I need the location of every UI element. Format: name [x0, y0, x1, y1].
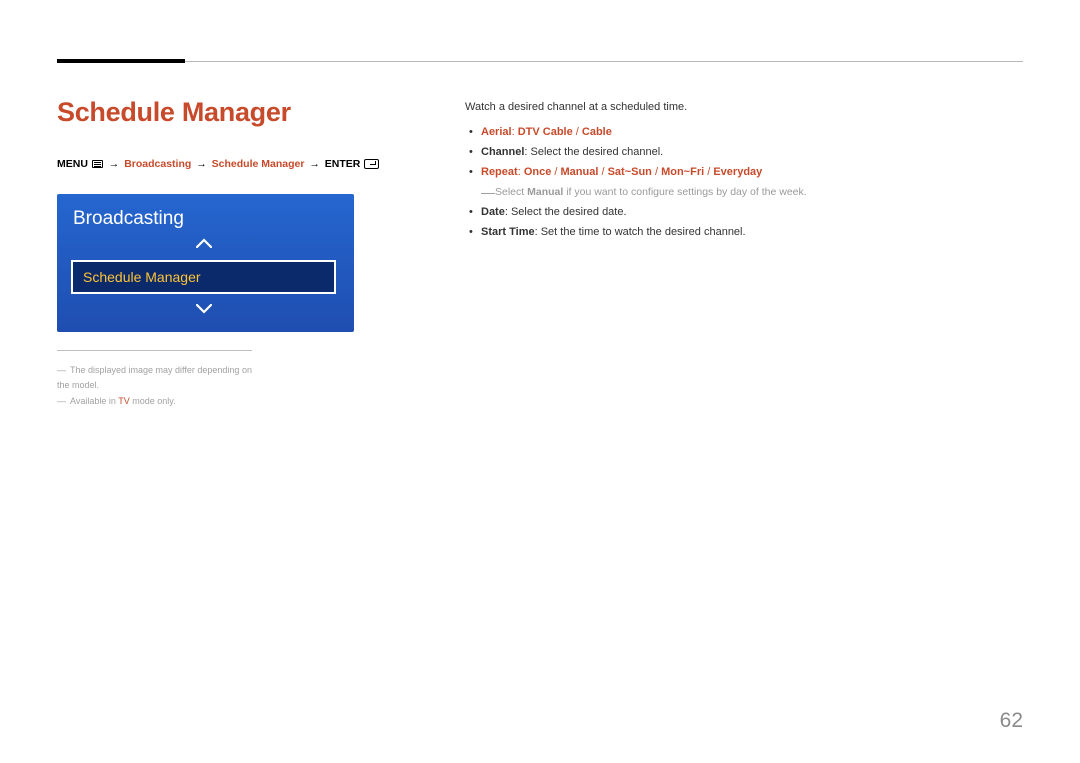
left-column: Schedule Manager MENU → Broadcasting → S…: [57, 97, 465, 409]
page-number: 62: [1000, 709, 1023, 733]
repeat-label: Repeat: [481, 166, 518, 178]
start-text: : Set the time to watch the desired chan…: [535, 226, 746, 238]
repeat-sub-note: ― Select Manual if you want to configure…: [465, 184, 1023, 201]
footnotes: ―The displayed image may differ dependin…: [57, 350, 252, 409]
manual-page: Schedule Manager MENU → Broadcasting → S…: [0, 0, 1080, 763]
repeat-opt3: Sat~Sun: [608, 166, 652, 178]
repeat-opt5: Everyday: [713, 166, 762, 178]
footnote-1: ―The displayed image may differ dependin…: [57, 363, 252, 394]
feature-list-2: Date: Select the desired date. Start Tim…: [465, 203, 1023, 243]
page-title: Schedule Manager: [57, 97, 465, 128]
repeat-sub-pre: Select: [495, 186, 527, 198]
feature-list: Aerial: DTV Cable / Cable Channel: Selec…: [465, 123, 1023, 182]
repeat-opt4: Mon~Fri: [661, 166, 704, 178]
content-row: Schedule Manager MENU → Broadcasting → S…: [57, 61, 1023, 409]
footnote-1-text: The displayed image may differ depending…: [57, 365, 252, 390]
footnote-2: ―Available in TV mode only.: [57, 394, 252, 409]
item-start-time: Start Time: Set the time to watch the de…: [465, 223, 1023, 243]
start-label: Start Time: [481, 226, 535, 238]
breadcrumb-enter: ENTER: [325, 158, 361, 170]
osd-title: Broadcasting: [73, 208, 340, 230]
osd-selected-item: Schedule Manager: [71, 260, 336, 294]
breadcrumb-broadcasting: Broadcasting: [124, 158, 191, 170]
menu-icon: [92, 160, 103, 168]
top-rule: [57, 61, 1023, 62]
breadcrumb-arrow-2: →: [196, 158, 207, 170]
chevron-down-icon: [71, 302, 336, 318]
footnote-2-post: mode only.: [130, 396, 176, 406]
date-label: Date: [481, 206, 505, 218]
item-aerial: Aerial: DTV Cable / Cable: [465, 123, 1023, 143]
footnote-2-pre: Available in: [70, 396, 118, 406]
top-rule-bold: [57, 59, 185, 63]
right-column: Watch a desired channel at a scheduled t…: [465, 97, 1023, 409]
aerial-opt2: Cable: [582, 126, 612, 138]
breadcrumb-schedule-manager: Schedule Manager: [212, 158, 305, 170]
item-repeat: Repeat: Once / Manual / Sat~Sun / Mon~Fr…: [465, 163, 1023, 183]
repeat-opt1: Once: [524, 166, 552, 178]
item-channel: Channel: Select the desired channel.: [465, 143, 1023, 163]
repeat-opt2: Manual: [561, 166, 599, 178]
aerial-opt1: DTV Cable: [518, 126, 573, 138]
channel-label: Channel: [481, 146, 524, 158]
repeat-sub-post: if you want to configure settings by day…: [563, 186, 806, 198]
date-text: : Select the desired date.: [505, 206, 627, 218]
breadcrumb: MENU → Broadcasting → Schedule Manager →…: [57, 158, 465, 170]
repeat-sub-bold: Manual: [527, 186, 563, 198]
aerial-label: Aerial: [481, 126, 512, 138]
breadcrumb-menu: MENU: [57, 158, 88, 170]
osd-panel: Broadcasting Schedule Manager: [57, 194, 354, 332]
footnote-2-hl: TV: [118, 396, 130, 406]
breadcrumb-arrow-3: →: [309, 158, 320, 170]
channel-text: : Select the desired channel.: [524, 146, 663, 158]
item-date: Date: Select the desired date.: [465, 203, 1023, 223]
intro-text: Watch a desired channel at a scheduled t…: [465, 101, 1023, 113]
chevron-up-icon: [71, 236, 336, 252]
breadcrumb-arrow-1: →: [109, 158, 120, 170]
enter-icon: [364, 159, 379, 169]
